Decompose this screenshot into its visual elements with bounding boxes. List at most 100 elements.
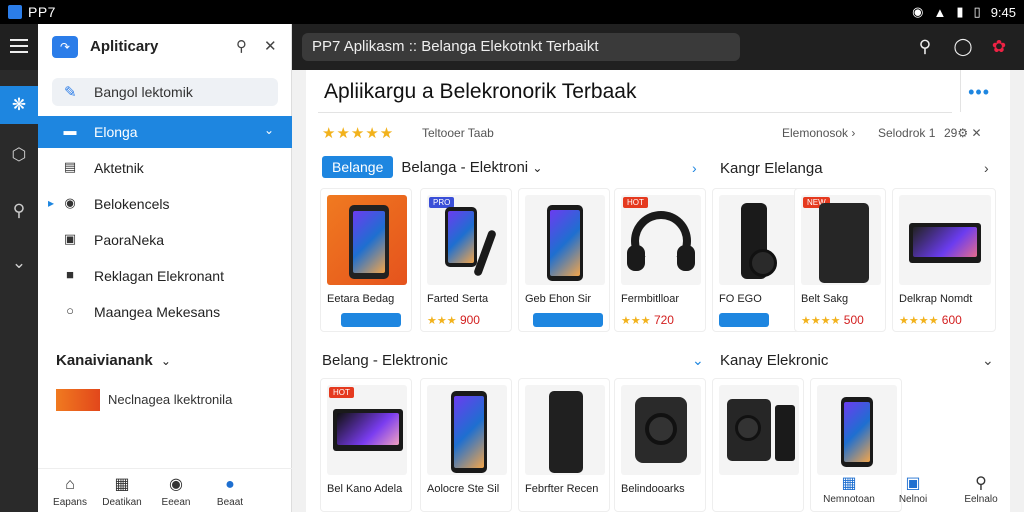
section-header-2[interactable]: Kangr Elelanga	[720, 160, 823, 177]
nav-item-4[interactable]: ■ Reklagan Elekronant	[38, 260, 292, 292]
bag-icon: ▣	[905, 475, 921, 492]
drawer-search-field[interactable]: ✎ Bangol lektomik	[52, 78, 278, 106]
rail-search-icon[interactable]: ⚲	[0, 192, 38, 230]
filter-label: 29	[944, 126, 958, 140]
filter-chip[interactable]: Selodrok 1	[878, 126, 935, 140]
bottom-nav-label: Deatikan	[102, 497, 142, 508]
nav-label: Elonga	[94, 124, 138, 140]
product-image: HOT	[621, 195, 701, 285]
nav-label: Maangea Mekesans	[94, 304, 221, 320]
status-icons: ◉ ▲ ▮ ▯ 9:45	[912, 4, 1016, 20]
product-image	[719, 195, 799, 285]
product-image	[427, 385, 507, 475]
section-header-4[interactable]: Kanay Elekronic	[720, 352, 828, 369]
filter-chip[interactable]: 29⚙ ✕	[944, 126, 982, 140]
drawer-promo[interactable]: Neclnagea lkektronila	[56, 389, 286, 413]
buy-button[interactable]	[719, 313, 769, 327]
product-name: Farted Serta	[427, 293, 489, 305]
drawer-search-text: Bangol lektomik	[94, 84, 193, 100]
rail-home-icon[interactable]: ❋	[0, 86, 38, 124]
product-name: Geb Ehon Sir	[525, 293, 592, 305]
signal-icon: ▮	[956, 4, 964, 19]
drawer-bottom-nav: ⌂ Eapans ▦ Deatikan ◉ Eeean ● Beaat	[38, 468, 292, 512]
bottom-nav-item[interactable]: ▣ Nelnoi	[878, 474, 948, 505]
star-rating: ★★★★★	[322, 125, 395, 142]
profile-icon[interactable]: ◯	[952, 36, 974, 58]
rail-chevron-down-icon[interactable]: ⌄	[0, 244, 38, 282]
product-image: PRO	[427, 195, 507, 285]
price-value: 900	[459, 313, 480, 327]
location-icon: ◉	[912, 4, 924, 19]
user-icon: ⚲	[975, 475, 987, 492]
coin-icon: ◉	[64, 195, 76, 210]
product-image: NEW	[801, 195, 881, 285]
product-image	[817, 385, 897, 475]
product-image	[525, 195, 605, 285]
product-card[interactable]: PRO Farted Serta ★★★ 900	[420, 188, 512, 332]
price-value: 500	[843, 313, 864, 327]
search-icon[interactable]: ⚲	[914, 36, 936, 58]
bottom-nav-label: Eeean	[161, 497, 191, 508]
menu-icon[interactable]	[10, 39, 28, 53]
product-card[interactable]: Eetara Bedag	[320, 188, 412, 332]
nav-item-5[interactable]: ○ Maangea Mekesans	[38, 296, 292, 328]
nav-label: Reklagan Elekronant	[94, 268, 224, 284]
rail-shield-icon[interactable]: ⬡	[0, 136, 38, 174]
product-price: ★★★★ 500	[801, 313, 864, 327]
drawer-search-icon[interactable]: ⚲	[236, 37, 247, 55]
product-name: FO EGO	[719, 293, 762, 305]
bag-icon: ▣	[63, 231, 77, 246]
section-header-3[interactable]: Belang - Elektronic	[322, 352, 448, 369]
category-pill[interactable]: Belange	[322, 156, 394, 178]
nav-item-2[interactable]: ▸ ◉ Belokencels	[38, 188, 292, 220]
calendar-icon: ▦	[114, 476, 130, 493]
close-icon[interactable]: ✕	[264, 37, 277, 55]
bottom-nav-label: Nemnotoan	[823, 494, 875, 505]
bottom-nav-detail[interactable]: ▦ Deatikan	[92, 475, 152, 508]
section-title: Belanga - Elektroni	[401, 159, 529, 176]
apps-icon[interactable]: ✿	[988, 36, 1010, 58]
product-card[interactable]: Delkrap Nomdt ★★★★ 600	[892, 188, 996, 332]
chevron-right-icon[interactable]: ›	[692, 160, 697, 176]
app-icon	[8, 5, 22, 19]
bottom-nav-profile[interactable]: ● Beaat	[200, 475, 260, 508]
nav-item-3[interactable]: ▣ PaoraNeka	[38, 224, 292, 256]
product-card[interactable]: HOT Bel Kano Adela	[320, 378, 412, 512]
bottom-nav-coin[interactable]: ◉ Eeean	[146, 475, 206, 508]
lock-icon: ■	[66, 267, 74, 282]
section-header-1[interactable]: Belange Belanga - Elektroni ⌄	[322, 156, 542, 178]
price-value: 720	[653, 313, 674, 327]
bottom-nav-home[interactable]: ⌂ Eapans	[40, 475, 100, 508]
nav-item-1[interactable]: ▤ Aktetnik	[38, 152, 292, 184]
drawer-section-title[interactable]: Kanaivianank ⌄	[56, 352, 171, 369]
navigation-drawer: ↷ Apliticary ⚲ ✕ ✎ Bangol lektomik ▬ Elo…	[38, 24, 292, 512]
chevron-down-icon[interactable]: ⌄	[982, 352, 994, 369]
product-card[interactable]: Geb Ehon Sir	[518, 188, 610, 332]
chevron-down-icon[interactable]: ⌄	[692, 352, 704, 369]
chevron-down-icon: ⌄	[532, 161, 543, 175]
bottom-nav-item[interactable]: ⚲ Eelnalo	[946, 474, 1016, 505]
more-options-icon[interactable]: •••	[968, 82, 990, 103]
product-name: Aolocre Ste Sil	[427, 483, 500, 495]
product-name: Fermbitlloar	[621, 293, 680, 305]
logo-icon: ↷	[52, 36, 78, 58]
product-card[interactable]: FO EGO	[712, 188, 804, 332]
circle-icon: ○	[66, 303, 74, 318]
nav-label: Aktetnik	[94, 160, 144, 176]
buy-button[interactable]	[341, 313, 401, 327]
search-input[interactable]: PP7 Aplikasm :: Belanga Elekotnkt Terbai…	[302, 33, 740, 61]
bottom-nav-item[interactable]: ▦ Nemnotoan	[814, 474, 884, 505]
filter-chip[interactable]: Elemonosok ›	[782, 126, 855, 140]
nav-item-0[interactable]: ▬ Elonga ⌄	[38, 116, 292, 148]
bottom-nav-label: Eapans	[53, 497, 87, 508]
product-price: ★★★ 900	[427, 313, 480, 327]
product-card[interactable]: HOT Fermbitlloar ★★★ 720	[614, 188, 706, 332]
main-bottom-nav: ▦ Nemnotoan ▣ Nelnoi ⚲ Eelnalo	[512, 470, 1024, 512]
product-image	[525, 385, 605, 475]
chevron-right-icon[interactable]: ›	[984, 160, 989, 176]
product-card[interactable]: NEW Belt Sakg ★★★★ 500	[794, 188, 886, 332]
page-title: Apliikargu a Belekronorik Terbaak	[324, 80, 637, 103]
buy-button[interactable]	[533, 313, 603, 327]
product-card[interactable]: Aolocre Ste Sil	[420, 378, 512, 512]
product-name: Delkrap Nomdt	[899, 293, 973, 305]
